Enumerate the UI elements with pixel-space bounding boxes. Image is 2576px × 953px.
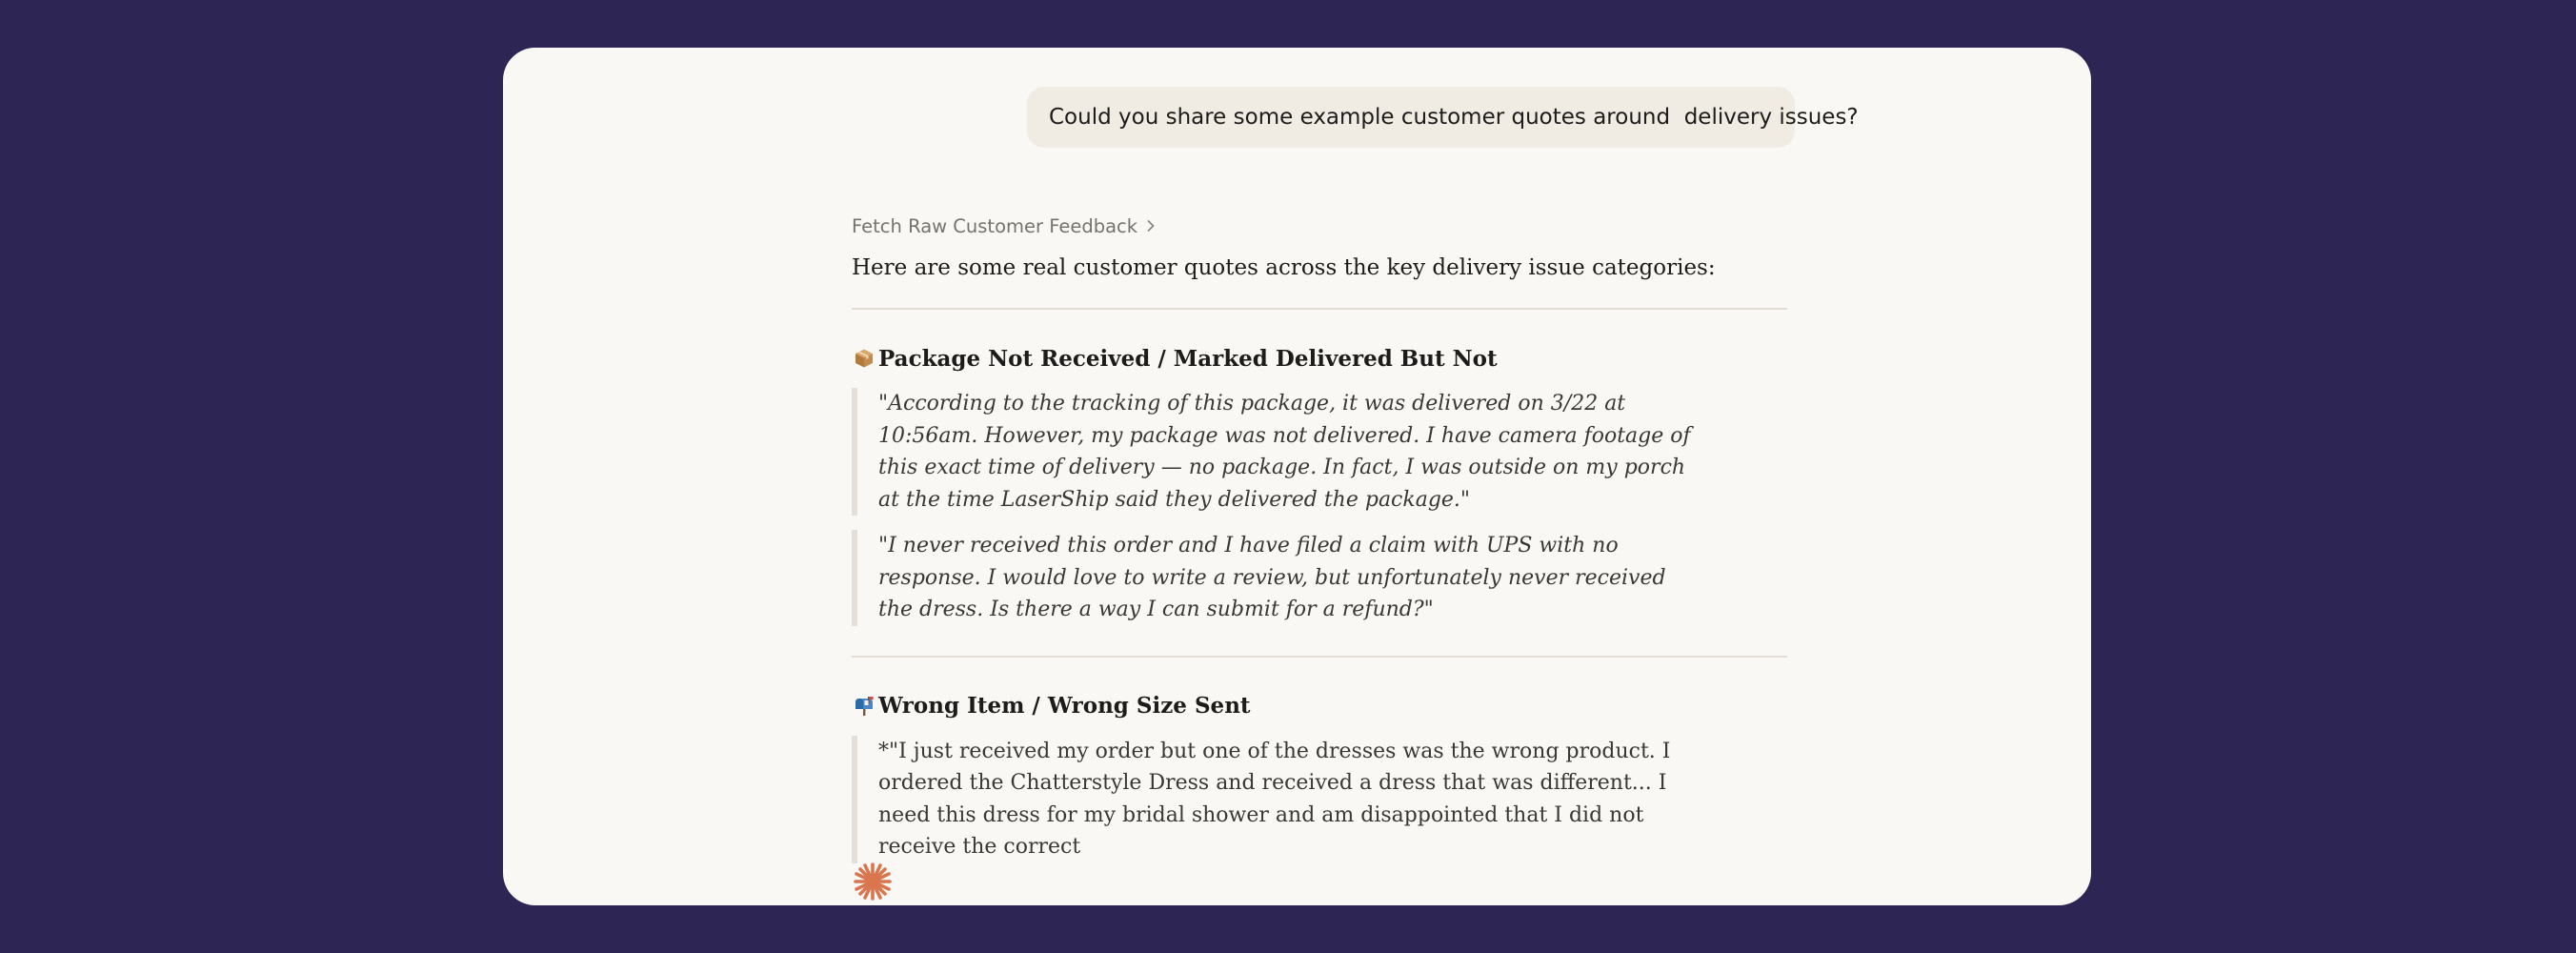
assistant-response: Fetch Raw Customer Feedback Here are som…	[852, 212, 1787, 863]
divider	[852, 308, 1787, 310]
chevron-right-icon	[1146, 219, 1156, 233]
app-frame: Could you share some example customer qu…	[0, 0, 2576, 953]
assistant-spark-icon	[852, 861, 894, 902]
tool-call-toggle[interactable]: Fetch Raw Customer Feedback	[852, 212, 1787, 240]
chat-window: Could you share some example customer qu…	[503, 48, 2091, 905]
tool-call-label: Fetch Raw Customer Feedback	[852, 214, 1138, 237]
divider	[852, 655, 1787, 658]
quote-block: *"I just received my order but one of th…	[852, 735, 1698, 863]
mailbox-icon	[852, 694, 876, 719]
section-heading: Wrong Item / Wrong Size Sent	[852, 690, 1787, 722]
package-icon	[852, 346, 876, 371]
user-message-text: Could you share some example customer qu…	[1049, 105, 1859, 130]
assistant-intro: Here are some real customer quotes acros…	[852, 255, 1716, 280]
section-title: Wrong Item / Wrong Size Sent	[878, 693, 1251, 719]
quote-block: "According to the tracking of this packa…	[852, 388, 1698, 516]
user-message-bubble: Could you share some example customer qu…	[1027, 87, 1859, 148]
quote-block: "I never received this order and I have …	[852, 530, 1698, 626]
section-heading: Package Not Received / Marked Delivered …	[852, 342, 1787, 375]
section-title: Package Not Received / Marked Delivered …	[878, 345, 1498, 372]
